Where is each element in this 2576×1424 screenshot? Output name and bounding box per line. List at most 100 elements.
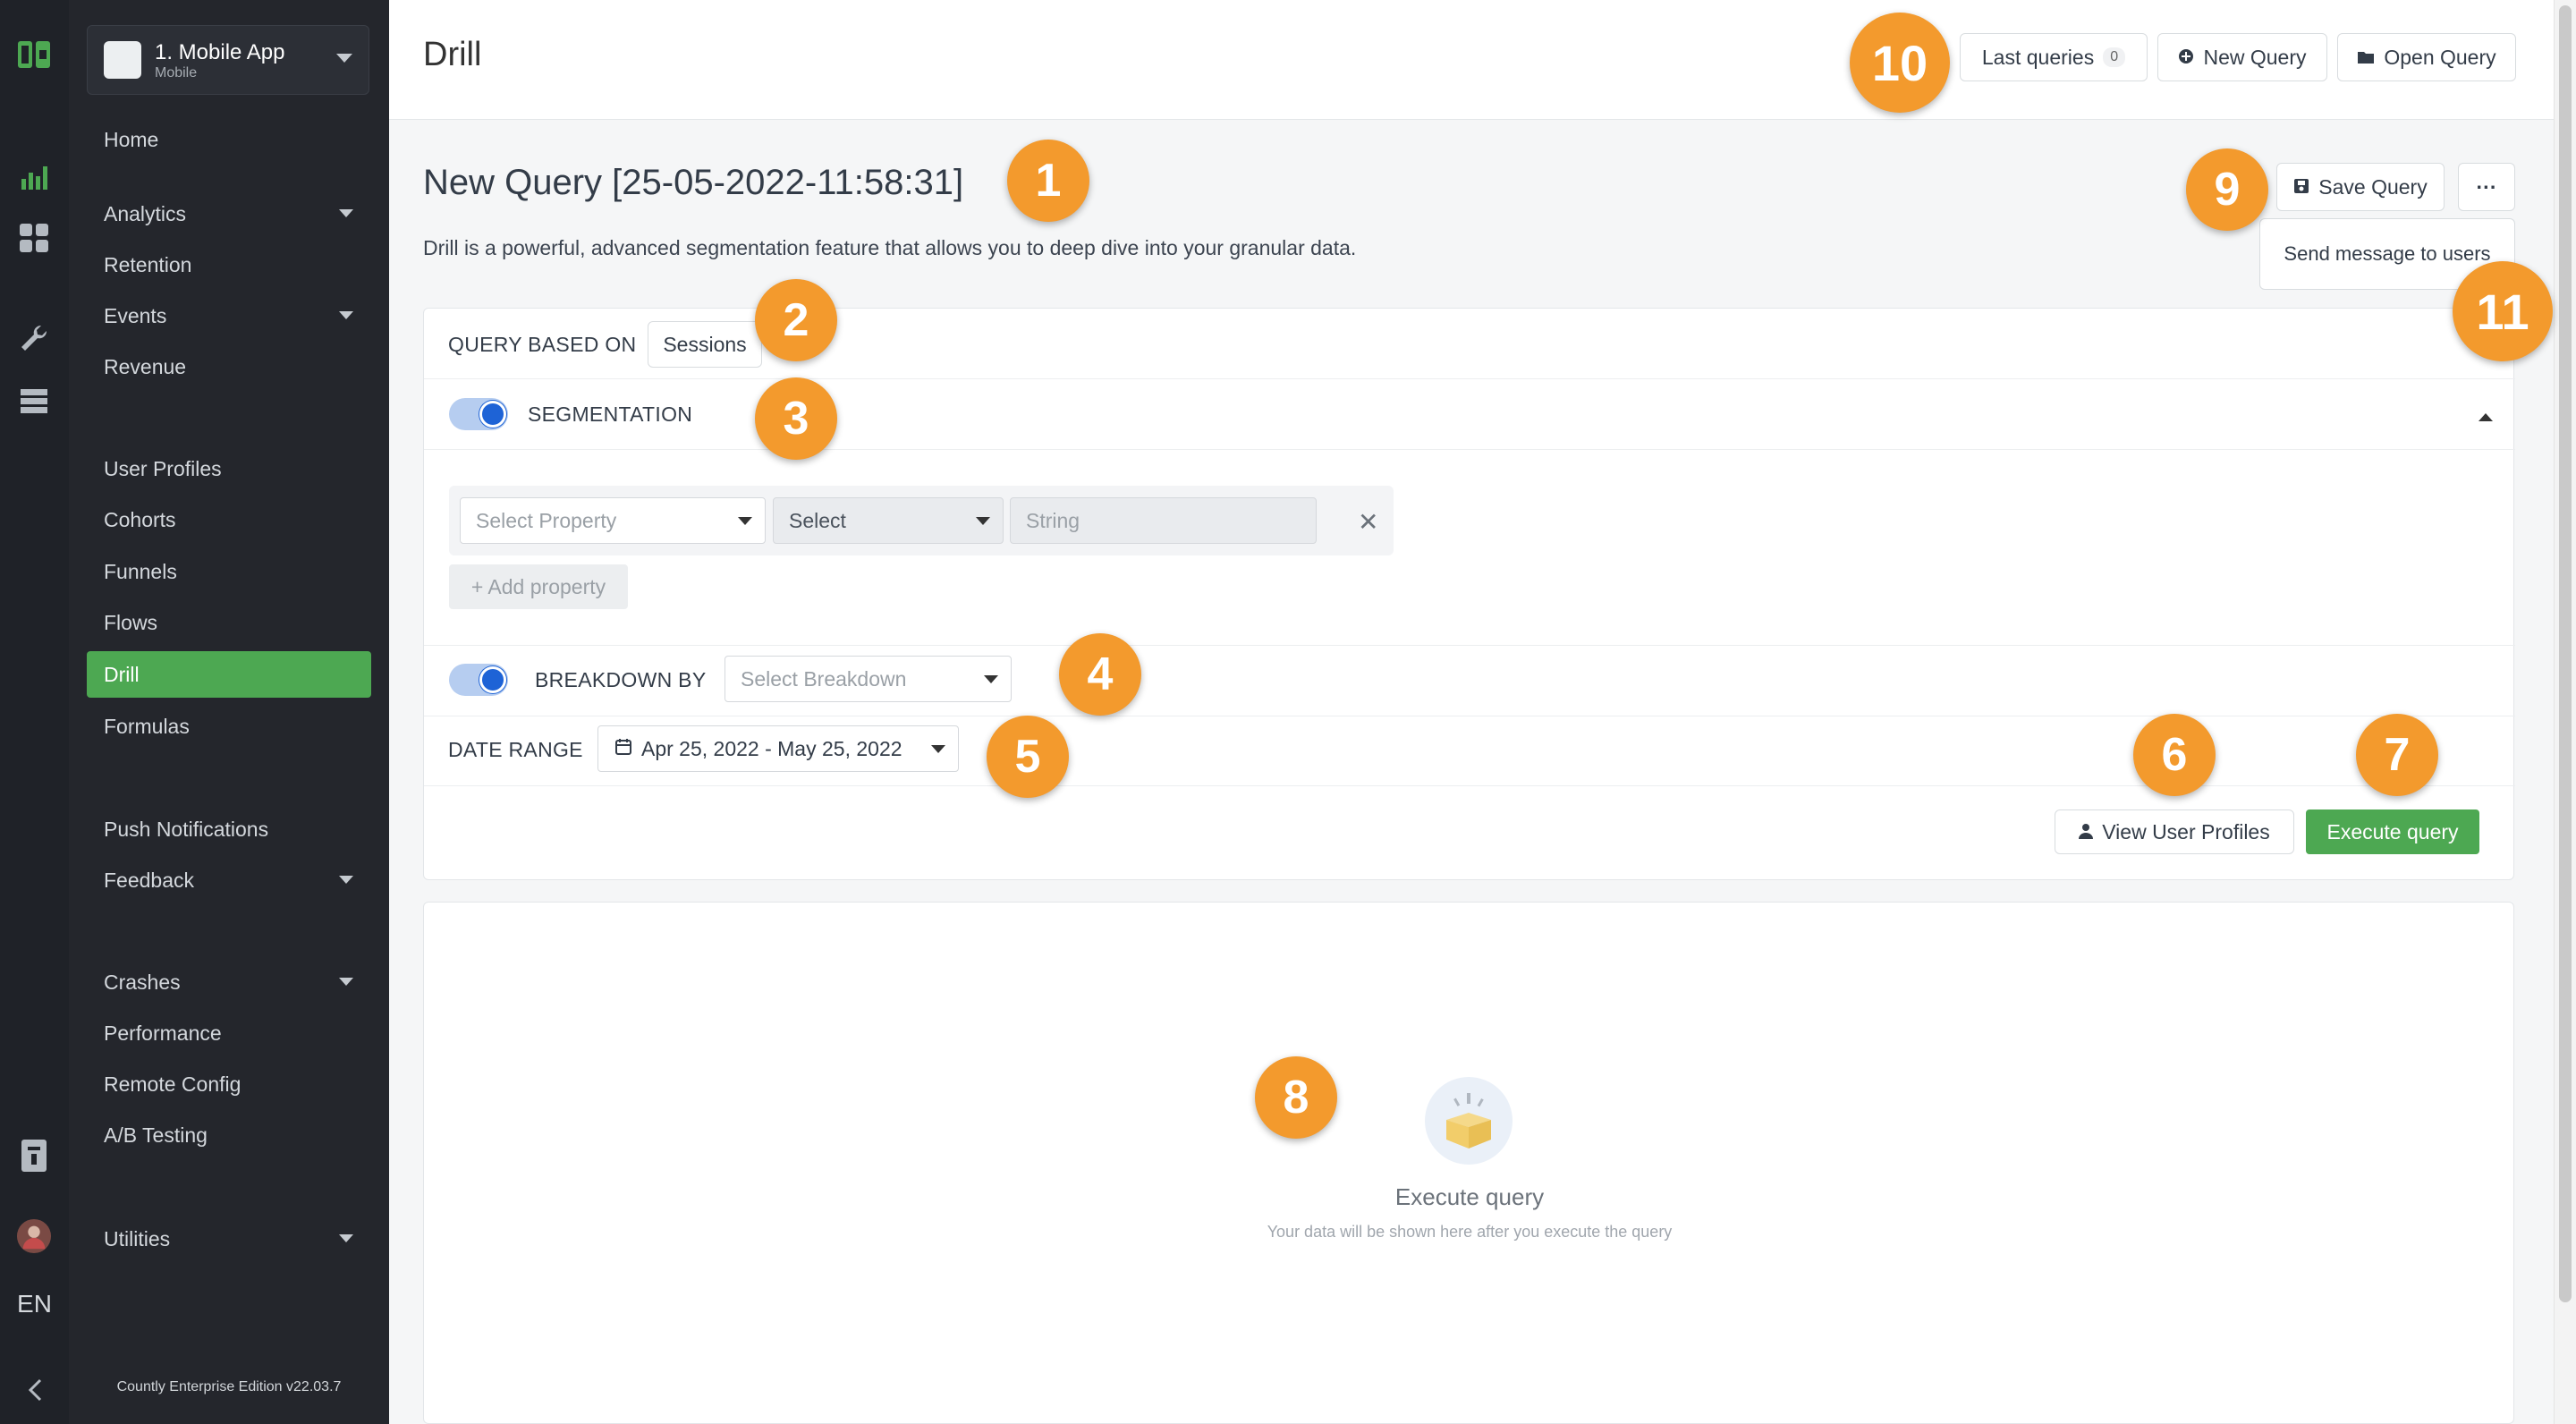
sidebar-item-label: Drill xyxy=(104,662,140,686)
dashboard-grid-icon[interactable] xyxy=(16,220,52,256)
segmentation-filter-row: Select Property Select String xyxy=(449,486,1394,555)
save-query-button[interactable]: Save Query xyxy=(2276,163,2445,211)
sidebar-item-home[interactable]: Home xyxy=(87,116,371,163)
document-icon[interactable] xyxy=(16,1138,52,1174)
icon-rail: EN xyxy=(0,0,69,1424)
query-description: Drill is a powerful, advanced segmentati… xyxy=(423,236,1357,259)
sidebar-item-crashes[interactable]: Crashes xyxy=(87,959,371,1005)
sidebar-item-label: Push Notifications xyxy=(104,817,269,841)
view-user-profiles-button[interactable]: View User Profiles xyxy=(2055,809,2294,854)
date-range-label: DATE RANGE xyxy=(448,738,583,761)
select-property-placeholder: Select Property xyxy=(476,508,617,532)
countly-logo-icon[interactable] xyxy=(16,38,52,73)
segmentation-label: SEGMENTATION xyxy=(528,403,693,426)
bar-chart-icon[interactable] xyxy=(16,159,52,195)
toggle-knob xyxy=(479,401,506,428)
marker-3: 3 xyxy=(755,377,837,460)
chevron-down-icon xyxy=(339,876,353,884)
close-icon[interactable]: ✕ xyxy=(1358,507,1378,537)
sidebar-item-ab-testing[interactable]: A/B Testing xyxy=(87,1112,371,1158)
select-breakdown-placeholder: Select Breakdown xyxy=(741,666,907,691)
query-based-on-select[interactable]: Sessions xyxy=(648,321,762,368)
user-icon xyxy=(2079,820,2094,844)
sidebar-item-label: A/B Testing xyxy=(104,1123,208,1147)
user-avatar-icon[interactable] xyxy=(16,1218,52,1254)
open-query-button[interactable]: Open Query xyxy=(2337,33,2516,81)
sidebar-item-label: Cohorts xyxy=(104,507,176,531)
chevron-up-icon[interactable] xyxy=(2479,413,2493,421)
marker-1: 1 xyxy=(1007,140,1089,222)
chevron-down-icon xyxy=(931,745,945,753)
save-icon xyxy=(2293,175,2309,199)
marker-2: 2 xyxy=(755,279,837,361)
sidebar-item-events[interactable]: Events xyxy=(87,292,371,339)
chevron-left-icon[interactable] xyxy=(0,1369,69,1411)
last-queries-button[interactable]: Last queries 0 xyxy=(1960,33,2148,81)
divider xyxy=(424,645,2515,646)
edition-label: Countly Enterprise Edition v22.03.7 xyxy=(116,1379,342,1394)
save-query-label: Save Query xyxy=(2318,174,2428,199)
sidebar-item-cohorts[interactable]: Cohorts xyxy=(87,496,371,543)
add-property-button[interactable]: + Add property xyxy=(449,564,628,609)
sidebar-item-funnels[interactable]: Funnels xyxy=(87,548,371,595)
last-queries-label: Last queries xyxy=(1981,45,2095,69)
query-panel: QUERY BASED ON Sessions SEGMENTATION Sel… xyxy=(423,308,2515,880)
sidebar-item-label: Feedback xyxy=(104,868,195,892)
app-logo-icon xyxy=(104,41,141,79)
page-scrollbar[interactable] xyxy=(2554,0,2576,1424)
select-property-dropdown[interactable]: Select Property xyxy=(460,497,766,544)
marker-5: 5 xyxy=(987,716,1069,798)
chevron-down-icon xyxy=(976,517,990,525)
sidebar-item-label: Flows xyxy=(104,610,158,634)
date-range-value: Apr 25, 2022 - May 25, 2022 xyxy=(641,736,902,760)
view-user-profiles-label: View User Profiles xyxy=(2102,819,2270,843)
toggle-knob xyxy=(479,666,506,693)
select-operator-placeholder: Select xyxy=(789,508,846,532)
scrollbar-thumb[interactable] xyxy=(2559,5,2572,1302)
more-options-button[interactable]: ··· xyxy=(2458,163,2515,211)
query-based-on-label: QUERY BASED ON xyxy=(448,333,637,356)
sidebar-item-push-notifications[interactable]: Push Notifications xyxy=(87,806,371,852)
sidebar-item-utilities[interactable]: Utilities xyxy=(87,1216,371,1262)
value-input[interactable]: String xyxy=(1010,497,1317,544)
sidebar-item-label: Retention xyxy=(104,252,192,276)
wrench-icon[interactable] xyxy=(16,320,52,356)
chevron-down-icon xyxy=(984,675,998,683)
sidebar-item-feedback[interactable]: Feedback xyxy=(87,857,371,903)
sidebar-item-revenue[interactable]: Revenue xyxy=(87,343,371,390)
last-queries-count-badge: 0 xyxy=(2103,47,2126,67)
chevron-down-icon xyxy=(339,1234,353,1242)
execute-query-button[interactable]: Execute query xyxy=(2306,809,2479,854)
empty-state-subtitle: Your data will be shown here after you e… xyxy=(1267,1223,1673,1241)
empty-box-icon xyxy=(1425,1077,1513,1165)
sidebar-item-drill[interactable]: Drill xyxy=(87,651,371,698)
sidebar-item-retention[interactable]: Retention xyxy=(87,242,371,288)
sidebar-item-analytics[interactable]: Analytics xyxy=(87,191,371,237)
sidebar-item-user-profiles[interactable]: User Profiles xyxy=(87,445,371,492)
select-breakdown-dropdown[interactable]: Select Breakdown xyxy=(724,656,1012,702)
language-selector[interactable]: EN xyxy=(0,1290,69,1318)
marker-11: 11 xyxy=(2453,261,2553,361)
segmentation-toggle[interactable] xyxy=(449,398,508,430)
sidebar-item-performance[interactable]: Performance xyxy=(87,1010,371,1056)
new-query-label: New Query xyxy=(2203,45,2307,69)
results-panel: Execute query Your data will be shown he… xyxy=(423,902,2514,1424)
sidebar-item-label: Funnels xyxy=(104,559,177,583)
breakdown-toggle[interactable] xyxy=(449,664,508,696)
sidebar-item-label: Crashes xyxy=(104,970,181,994)
select-operator-dropdown[interactable]: Select xyxy=(773,497,1004,544)
date-range-picker[interactable]: Apr 25, 2022 - May 25, 2022 xyxy=(597,725,959,772)
empty-state-title: Execute query xyxy=(1394,1183,1545,1210)
plus-circle-icon xyxy=(2178,46,2194,70)
app-selector[interactable]: 1. Mobile App Mobile xyxy=(87,25,369,95)
database-icon[interactable] xyxy=(16,383,52,419)
new-query-button[interactable]: New Query xyxy=(2157,33,2327,81)
marker-4: 4 xyxy=(1059,633,1141,716)
sidebar-item-formulas[interactable]: Formulas xyxy=(87,703,371,750)
sidebar-item-remote-config[interactable]: Remote Config xyxy=(87,1061,371,1107)
breakdown-by-label: BREAKDOWN BY xyxy=(535,668,707,691)
app-type: Mobile xyxy=(155,65,198,81)
send-message-menu-item[interactable]: Send message to users xyxy=(2284,242,2490,266)
open-query-label: Open Query xyxy=(2384,45,2496,69)
sidebar-item-flows[interactable]: Flows xyxy=(87,599,371,646)
